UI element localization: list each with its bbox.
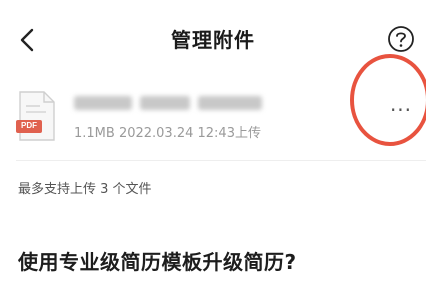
file-name-redacted <box>74 92 264 112</box>
page-title: 管理附件 <box>171 28 255 52</box>
attachment-row[interactable]: PDF 1.1MB 2022.03.24 12:43上传 ··· <box>0 80 426 150</box>
upload-limit-text: 最多支持上传 3 个文件 <box>18 182 152 197</box>
more-horizontal-icon[interactable]: ··· <box>384 100 418 124</box>
pdf-file-icon: PDF <box>16 90 58 142</box>
promo-title[interactable]: 使用专业级简历模板升级简历? <box>18 246 297 275</box>
app-header: 管理附件 <box>0 0 426 78</box>
file-meta: 1.1MB 2022.03.24 12:43上传 <box>74 126 261 141</box>
pdf-label: PDF <box>21 121 37 130</box>
divider <box>16 160 426 161</box>
question-circle-icon[interactable] <box>386 24 416 54</box>
